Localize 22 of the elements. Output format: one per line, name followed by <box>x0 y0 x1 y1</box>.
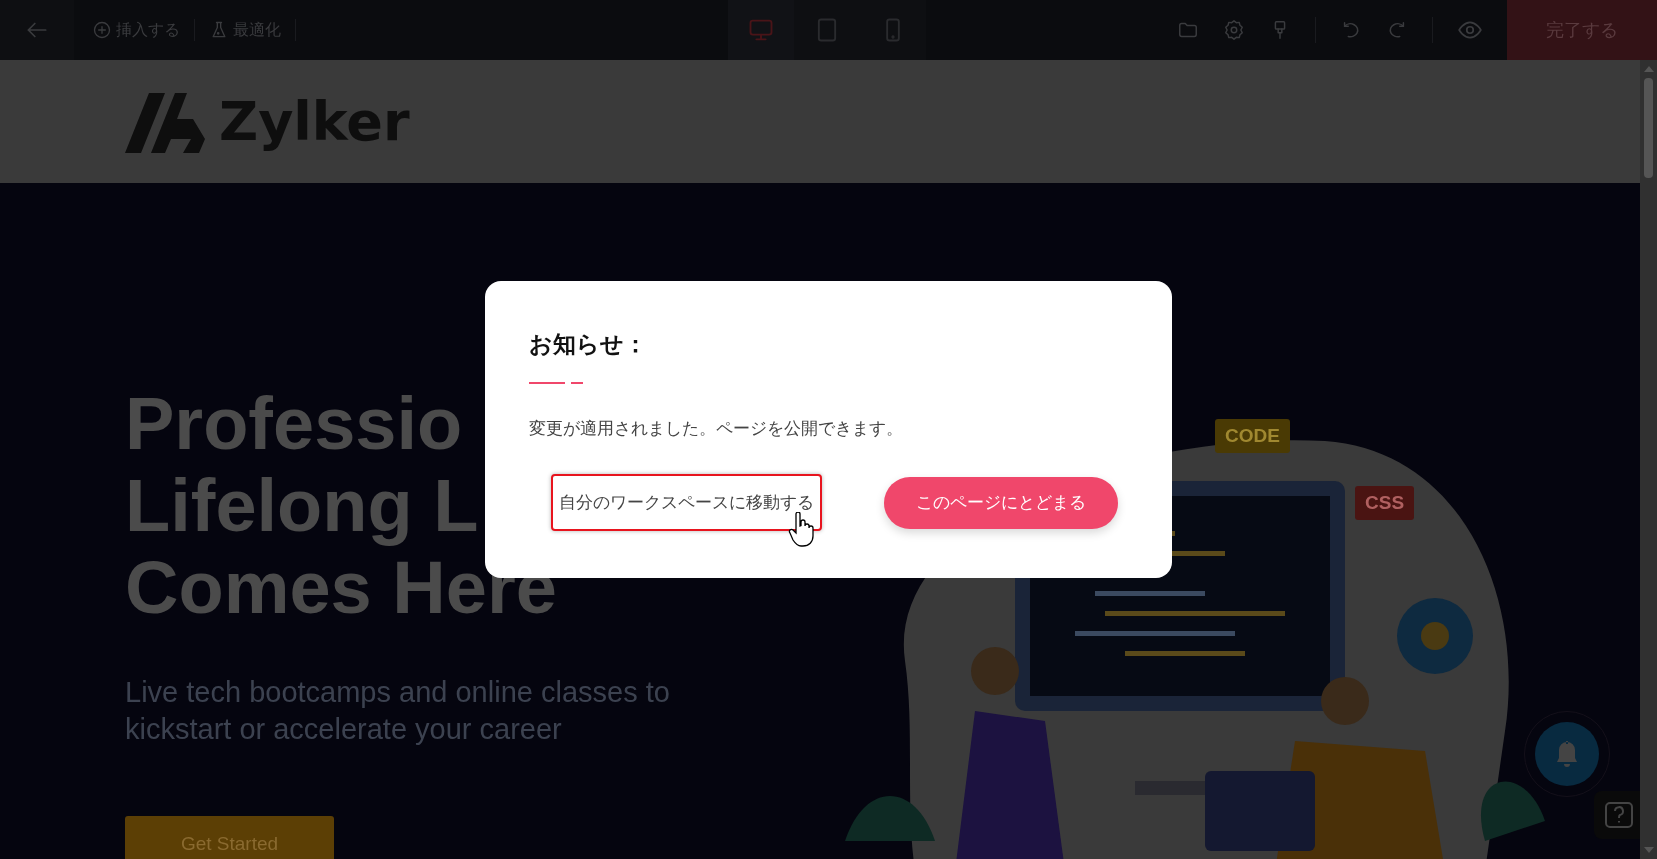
css-tag: CSS <box>1355 486 1415 520</box>
plus-circle-icon[interactable] <box>92 20 112 40</box>
notification-bell-button[interactable] <box>1535 722 1599 786</box>
scrollbar-thumb[interactable] <box>1644 78 1653 178</box>
dialog-message: 変更が適用されました。ページを公開できます。 <box>529 417 904 440</box>
hero-heading-line: Lifelong L <box>125 465 479 547</box>
hero-subtitle-line: Live tech bootcamps and online classes to <box>125 675 670 710</box>
hero-heading-line: Comes Here <box>125 547 557 629</box>
scroll-down-icon[interactable] <box>1643 847 1654 853</box>
scrollbar[interactable] <box>1640 60 1657 859</box>
logo-icon <box>125 90 205 153</box>
dialog-title: お知らせ： <box>529 330 648 359</box>
scroll-up-icon[interactable] <box>1643 66 1654 72</box>
code-tag: CODE <box>1215 419 1290 453</box>
hero-heading-line: Professio <box>125 383 463 465</box>
accent-underline <box>529 382 583 385</box>
settings-icon[interactable] <box>1223 19 1245 41</box>
help-icon[interactable] <box>1604 801 1634 829</box>
go-to-workspace-button[interactable]: 自分のワークスペースに移動する <box>551 474 822 531</box>
hand-pointer-icon <box>787 512 817 548</box>
hero-subtitle-line: kickstart or accelerate your career <box>125 712 562 747</box>
stay-on-page-button[interactable]: このページにとどまる <box>884 476 1118 529</box>
